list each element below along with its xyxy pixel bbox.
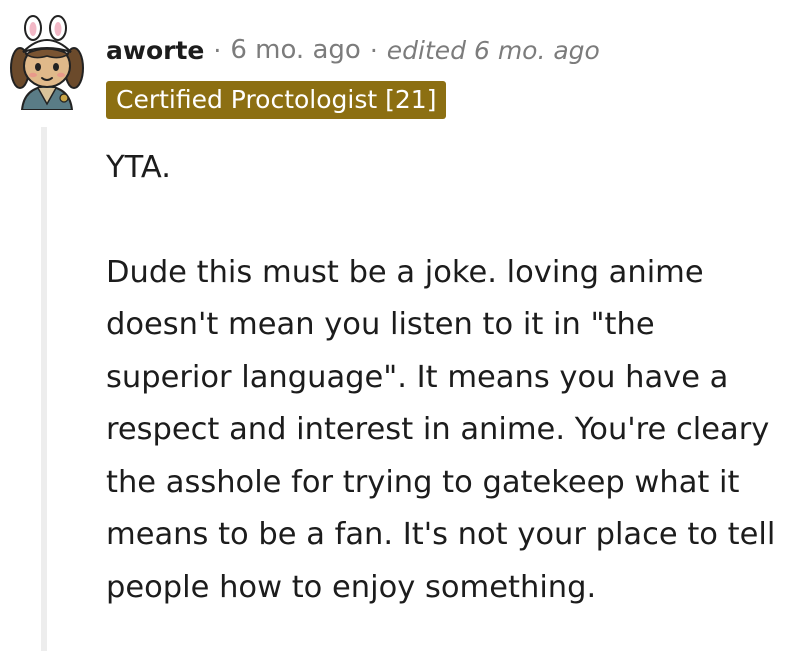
edited-label: edited 6 mo. ago (386, 35, 600, 65)
username-link[interactable]: aworte (106, 36, 204, 65)
meta-separator: · (369, 35, 378, 65)
user-flair: Certified Proctologist [21] (106, 81, 447, 119)
comment-paragraph: Dude this must be a joke. loving anime d… (106, 254, 776, 605)
timestamp-link[interactable]: 6 mo. ago (230, 35, 360, 65)
comment: aworte · 6 mo. ago · edited 6 mo. ago Ce… (0, 0, 800, 651)
comment-paragraph: YTA. (106, 150, 171, 185)
thread-line[interactable] (41, 127, 47, 651)
avatar-icon (10, 15, 84, 110)
comment-meta: aworte · 6 mo. ago · edited 6 mo. ago (106, 31, 600, 69)
comment-body: YTA. Dude this must be a joke. loving an… (106, 142, 786, 614)
meta-separator: · (213, 35, 222, 65)
user-avatar[interactable] (8, 14, 86, 110)
